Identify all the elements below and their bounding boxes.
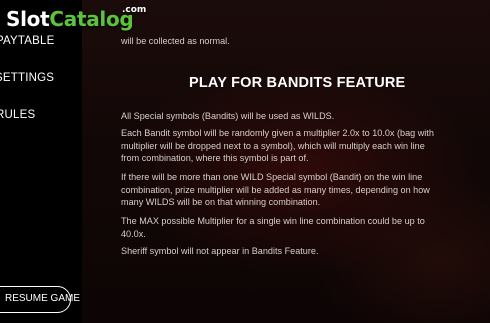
rules-text-line: multiplier will be dropped next to a sym… xyxy=(121,140,425,151)
sidebar-item-label: RULES xyxy=(0,109,36,121)
rules-text-line: Each Bandit symbol will be randomly give… xyxy=(121,128,434,138)
resume-game-label: RESUME GAME xyxy=(5,293,81,304)
sidebar-menu: PAYTABLE SETTINGS RULES RESUME GAME xyxy=(0,0,82,323)
resume-game-button[interactable]: RESUME GAME xyxy=(0,286,80,313)
rules-paragraph: All Special symbols (Bandits) will be us… xyxy=(121,110,334,123)
slotcatalog-logo: SlotCatalog xyxy=(6,7,134,37)
rules-text-line: If there will be more than one WILD Spec… xyxy=(121,172,423,182)
sidebar-item-label: SETTINGS xyxy=(0,72,55,84)
rules-text-line: All Special symbols (Bandits) will be us… xyxy=(121,111,335,121)
rules-text-line: Sheriff symbol will not appear in Bandit… xyxy=(121,246,319,256)
rules-text-line: will be collected as normal. xyxy=(121,36,230,46)
rules-paragraph: Sheriff symbol will not appear in Bandit… xyxy=(121,245,318,258)
rules-paragraph: The MAX possible Multiplier for a single… xyxy=(121,215,425,240)
rules-paragraph: If there will be more than one WILD Spec… xyxy=(121,171,430,209)
logo-com-text: .com xyxy=(122,5,147,15)
rules-text-line: many WILDS will be on that winning combi… xyxy=(121,197,321,207)
rules-content: will be collected as normal. PLAY FOR BA… xyxy=(121,34,490,323)
rules-text-line: 40.0x. xyxy=(121,228,146,239)
rules-text-line: from combination, where this symbol is p… xyxy=(121,153,309,163)
rules-text-line: combination, prize multiplier will be ad… xyxy=(121,184,430,195)
sidebar-item-settings[interactable]: SETTINGS xyxy=(0,72,77,84)
rules-paragraph: Each Bandit symbol will be randomly give… xyxy=(121,127,434,165)
logo-catalog-text: Catalog xyxy=(49,7,134,31)
logo-slot-text: Slot xyxy=(6,7,50,31)
sidebar-item-rules[interactable]: RULES xyxy=(0,109,78,121)
rules-text-line: The MAX possible Multiplier for a single… xyxy=(121,216,425,226)
section-heading: PLAY FOR BANDITS FEATURE xyxy=(189,75,406,91)
